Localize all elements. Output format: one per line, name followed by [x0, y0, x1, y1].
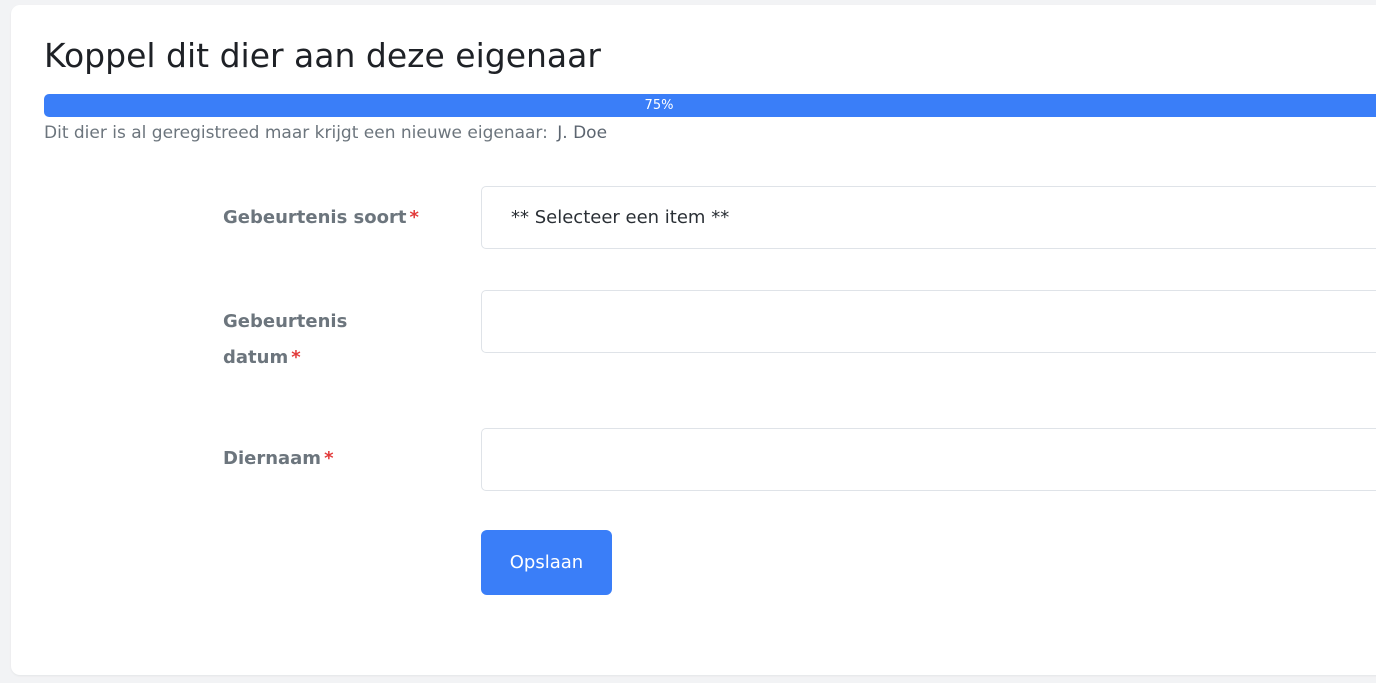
event-type-label-text: Gebeurtenis soort [223, 207, 407, 228]
event-date-input[interactable] [481, 290, 1376, 353]
registration-notice-text: Dit dier is al geregistreed maar krijgt … [44, 123, 548, 143]
progress-fill: 75% [44, 94, 1376, 117]
event-date-label-line1: Gebeurtenis [223, 311, 348, 332]
event-type-label: Gebeurtenis soort * [223, 200, 419, 236]
event-date-label: Gebeurtenis datum * [223, 304, 347, 376]
animal-name-label: Diernaam * [223, 441, 333, 477]
page-title: Koppel dit dier aan deze eigenaar [44, 36, 601, 75]
registration-notice: Dit dier is al geregistreed maar krijgt … [44, 123, 607, 143]
event-type-select[interactable]: ** Selecteer een item ** [481, 186, 1376, 249]
animal-name-input[interactable] [481, 428, 1376, 491]
animal-name-label-text: Diernaam [223, 448, 322, 469]
required-marker: * [291, 347, 301, 368]
progress-bar: 75% [44, 94, 1376, 117]
save-button[interactable]: Opslaan [481, 530, 612, 595]
progress-label: 75% [644, 98, 674, 113]
event-type-selected-value: ** Selecteer een item ** [511, 207, 730, 228]
required-marker: * [324, 448, 334, 469]
owner-name: J. Doe [557, 123, 608, 143]
required-marker: * [409, 207, 419, 228]
event-date-label-line2: datum [223, 347, 289, 368]
